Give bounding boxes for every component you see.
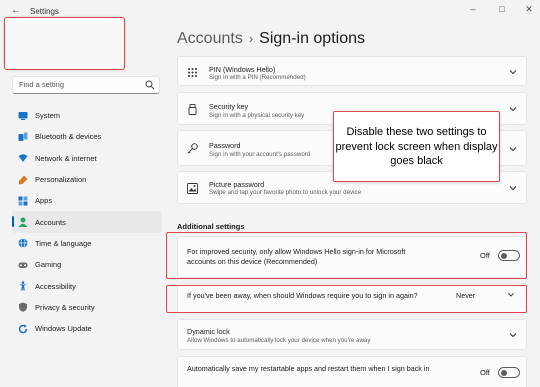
restart-apps-toggle[interactable]: [497, 367, 520, 378]
accounts-icon: [18, 217, 28, 228]
back-arrow-icon[interactable]: ←: [11, 5, 21, 16]
sidebar-item-label: Privacy & security: [35, 302, 95, 312]
maximize-icon[interactable]: □: [495, 4, 509, 14]
chevron-down-icon[interactable]: [509, 68, 517, 76]
sidebar-nav: System Bluetooth & devices Network & int…: [12, 105, 162, 339]
update-icon: [18, 324, 28, 333]
profile-redacted-box[interactable]: [4, 17, 125, 70]
card-title: Picture password: [209, 180, 265, 189]
sidebar-item-label: System: [35, 111, 61, 121]
toggle-knob: [500, 370, 507, 376]
network-icon: [18, 154, 28, 163]
sidebar-item-privacy-security[interactable]: Privacy & security: [12, 297, 162, 318]
setting-text: Automatically save my restartable apps a…: [187, 364, 430, 373]
sidebar-item-label: Bluetooth & devices: [35, 132, 102, 142]
chevron-down-icon[interactable]: [509, 331, 517, 339]
close-icon[interactable]: ✕: [522, 4, 536, 15]
chevron-down-icon[interactable]: [509, 184, 517, 192]
page-title: Sign-in options: [259, 30, 365, 47]
sidebar-item-bluetooth[interactable]: Bluetooth & devices: [12, 126, 162, 147]
restart-apps-setting: Automatically save my restartable apps a…: [177, 356, 527, 387]
sidebar-item-label: Gaming: [35, 260, 62, 270]
bluetooth-icon: [18, 132, 28, 141]
gaming-icon: [18, 262, 28, 268]
section-heading: Additional settings: [177, 222, 245, 231]
globe-icon: [18, 238, 28, 249]
chevron-down-icon[interactable]: [509, 105, 517, 113]
search-input[interactable]: [19, 80, 139, 89]
sidebar-item-accessibility[interactable]: Accessibility: [12, 275, 162, 296]
dynamic-lock-card[interactable]: Dynamic lock Allow Windows to automatica…: [177, 319, 527, 350]
usb-key-icon: [188, 104, 197, 115]
sidebar-item-label: Windows Update: [35, 324, 92, 334]
card-title: PIN (Windows Hello): [209, 65, 276, 74]
sidebar-item-label: Accessibility: [35, 281, 76, 291]
sidebar-item-apps[interactable]: Apps: [12, 190, 162, 211]
sidebar-item-personalization[interactable]: Personalization: [12, 169, 162, 190]
sidebar-item-label: Personalization: [35, 175, 87, 185]
breadcrumb-separator: ›: [248, 31, 254, 46]
restart-apps-toggle-wrap: Off: [480, 367, 520, 378]
chevron-down-icon[interactable]: [509, 145, 517, 153]
card-subtitle: Swipe and tap your favorite photo to unl…: [209, 189, 362, 196]
pin-card[interactable]: PIN (Windows Hello) Sign in with a PIN (…: [177, 56, 527, 86]
sidebar-item-label: Time & language: [35, 238, 92, 248]
shield-icon: [19, 302, 27, 313]
card-title: Dynamic lock: [187, 327, 230, 336]
card-title: Password: [209, 141, 241, 150]
sidebar-item-system[interactable]: System: [12, 105, 162, 126]
card-subtitle: Sign in with your account's password: [209, 151, 311, 158]
card-subtitle: Sign in with a PIN (Recommended): [209, 74, 306, 81]
sidebar-item-label: Network & internet: [35, 153, 97, 163]
sidebar-item-network[interactable]: Network & internet: [12, 148, 162, 169]
system-icon: [18, 111, 28, 120]
sidebar-item-label: Accounts: [35, 217, 66, 227]
sidebar-item-windows-update[interactable]: Windows Update: [12, 318, 162, 339]
card-subtitle: Allow Windows to automatically lock your…: [187, 337, 371, 344]
breadcrumb-parent[interactable]: Accounts: [177, 30, 243, 47]
picture-icon: [187, 183, 198, 194]
app-title: Settings: [30, 7, 59, 16]
card-title: Security key: [209, 102, 249, 111]
highlight-box-require-signin: [166, 285, 527, 313]
search-box[interactable]: [12, 76, 160, 94]
toggle-state-label: Off: [480, 368, 490, 377]
key-icon: [187, 143, 198, 154]
annotation-callout: Disable these two settings to prevent lo…: [333, 111, 500, 182]
brush-icon: [19, 175, 28, 185]
highlight-box-hello-only: [166, 232, 527, 279]
sidebar-item-gaming[interactable]: Gaming: [12, 254, 162, 275]
sidebar-item-label: Apps: [35, 196, 53, 206]
pin-icon: [188, 68, 197, 77]
accessibility-icon: [19, 281, 27, 291]
card-subtitle: Sign in with a physical security key: [209, 112, 305, 119]
sidebar-item-time-language[interactable]: Time & language: [12, 233, 162, 254]
search-icon[interactable]: [145, 80, 155, 90]
minimize-icon[interactable]: –: [466, 4, 480, 14]
apps-icon: [18, 196, 28, 206]
sidebar-item-accounts[interactable]: Accounts: [12, 211, 162, 233]
breadcrumb: Accounts › Sign-in options: [177, 30, 365, 48]
